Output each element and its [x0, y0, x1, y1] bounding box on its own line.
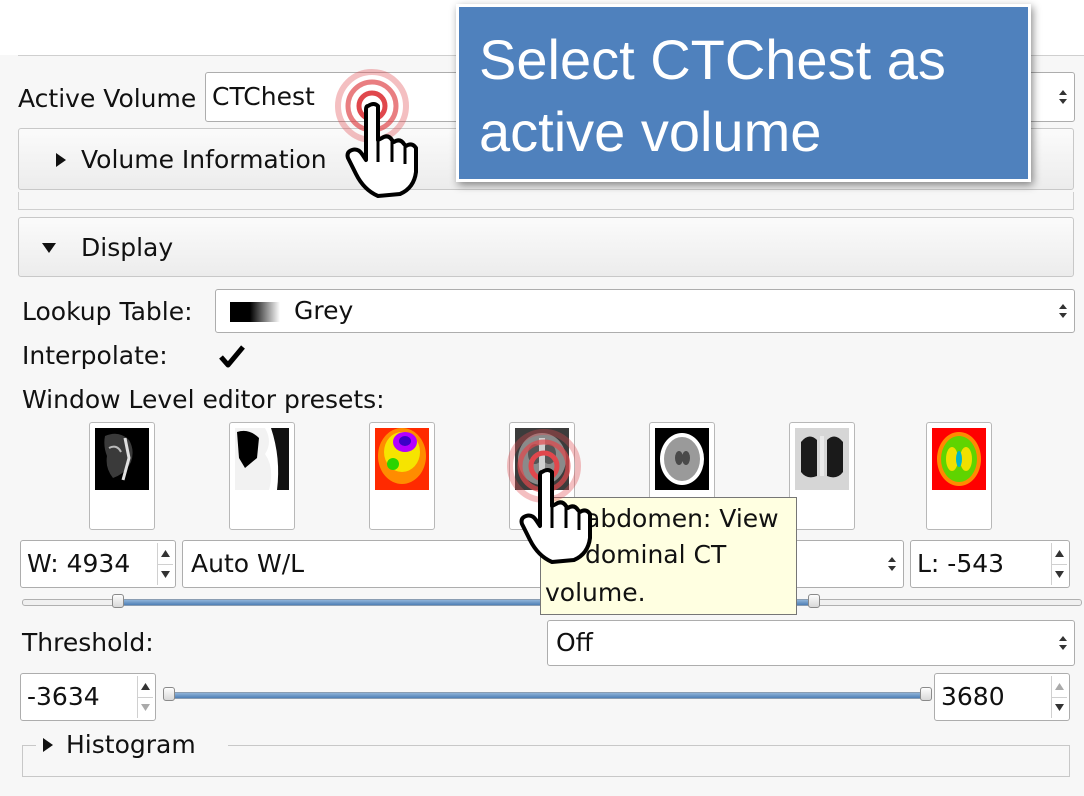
preset-button-dti[interactable]: [926, 422, 992, 530]
lookup-table-value: Grey: [294, 296, 354, 325]
spin-down-icon[interactable]: [1052, 564, 1067, 585]
presets-label: Window Level editor presets:: [22, 385, 385, 414]
window-level-max-handle[interactable]: [808, 594, 820, 608]
window-level-min-handle[interactable]: [112, 594, 124, 608]
combo-arrows-icon: [1059, 90, 1067, 104]
threshold-mode-combobox[interactable]: Off: [547, 620, 1075, 666]
instruction-callout: Select CTChest as active volume: [456, 4, 1031, 182]
spin-up-icon[interactable]: [158, 543, 173, 565]
threshold-max-handle[interactable]: [920, 687, 932, 701]
window-spin-buttons[interactable]: [157, 543, 173, 585]
spin-up-icon[interactable]: [1052, 543, 1067, 565]
level-spinbox[interactable]: L: -543: [910, 540, 1070, 588]
preset-button-ct-bone[interactable]: [89, 422, 155, 530]
active-volume-label: Active Volume: [18, 84, 197, 113]
threshold-min-spin-buttons[interactable]: [137, 676, 153, 718]
spin-up-icon[interactable]: [138, 676, 153, 698]
combo-arrows-icon: [1059, 304, 1067, 318]
interpolate-label: Interpolate:: [22, 341, 168, 370]
histogram-frame-line-left: [22, 745, 36, 746]
hand-pointer-icon: [345, 102, 418, 198]
ct-air-preset-icon: [235, 428, 289, 490]
tooltip-line-1: abdomen: View: [585, 504, 779, 533]
level-value: L: -543: [917, 549, 1005, 578]
dti-preset-icon: [932, 428, 986, 490]
histogram-title[interactable]: Histogram: [66, 730, 196, 760]
active-volume-value: CTChest: [212, 82, 315, 111]
ct-bone-preset-icon: [95, 428, 149, 490]
threshold-min-handle[interactable]: [163, 687, 175, 701]
threshold-mode-value: Off: [556, 628, 593, 657]
display-title: Display: [81, 233, 174, 262]
preset-button-ct-lung[interactable]: [789, 422, 855, 530]
histogram-frame-line-right: [228, 745, 1070, 746]
grey-colormap-swatch: [230, 302, 280, 322]
ct-lung-preset-icon: [795, 428, 849, 490]
spin-up-icon[interactable]: [1052, 676, 1067, 698]
pet-preset-icon: [375, 428, 429, 490]
volume-information-title: Volume Information: [81, 145, 327, 174]
combo-arrows-icon: [888, 557, 896, 571]
interpolate-checkbox[interactable]: [215, 343, 249, 371]
volume-information-body: [18, 192, 1074, 210]
threshold-label: Threshold:: [22, 628, 154, 657]
threshold-max-spin-buttons[interactable]: [1051, 676, 1067, 718]
threshold-slider-range[interactable]: [170, 692, 930, 699]
preset-button-ct-air[interactable]: [229, 422, 295, 530]
threshold-max-value: 3680: [941, 682, 1005, 711]
threshold-min-spinbox[interactable]: -3634: [20, 673, 156, 721]
checkmark-icon: [219, 345, 245, 368]
collapsed-arrow-icon: [56, 153, 66, 167]
window-value: W: 4934: [27, 549, 131, 578]
lookup-table-combobox[interactable]: Grey: [215, 289, 1075, 333]
ct-brain-preset-icon: [655, 428, 709, 490]
spin-down-icon[interactable]: [1052, 697, 1067, 718]
window-spinbox[interactable]: W: 4934: [20, 540, 176, 588]
spin-down-icon[interactable]: [158, 564, 173, 585]
callout-line-2: active volume: [479, 100, 822, 163]
tooltip-line-2: dominal CT: [585, 540, 727, 569]
threshold-min-value: -3634: [27, 682, 100, 711]
tooltip-line-3: volume.: [545, 578, 646, 607]
preset-button-pet[interactable]: [369, 422, 435, 530]
spin-down-icon[interactable]: [138, 697, 153, 718]
callout-line-1: Select CTChest as: [479, 28, 946, 91]
display-section-header[interactable]: Display: [18, 217, 1074, 277]
level-spin-buttons[interactable]: [1051, 543, 1067, 585]
threshold-max-spinbox[interactable]: 3680: [934, 673, 1070, 721]
combo-arrows-icon: [1059, 636, 1067, 650]
lookup-table-label: Lookup Table:: [22, 297, 193, 326]
collapsed-arrow-icon[interactable]: [42, 737, 54, 753]
expanded-arrow-icon: [42, 243, 56, 253]
window-level-mode-value: Auto W/L: [191, 549, 305, 578]
hand-pointer-icon: [519, 468, 592, 564]
